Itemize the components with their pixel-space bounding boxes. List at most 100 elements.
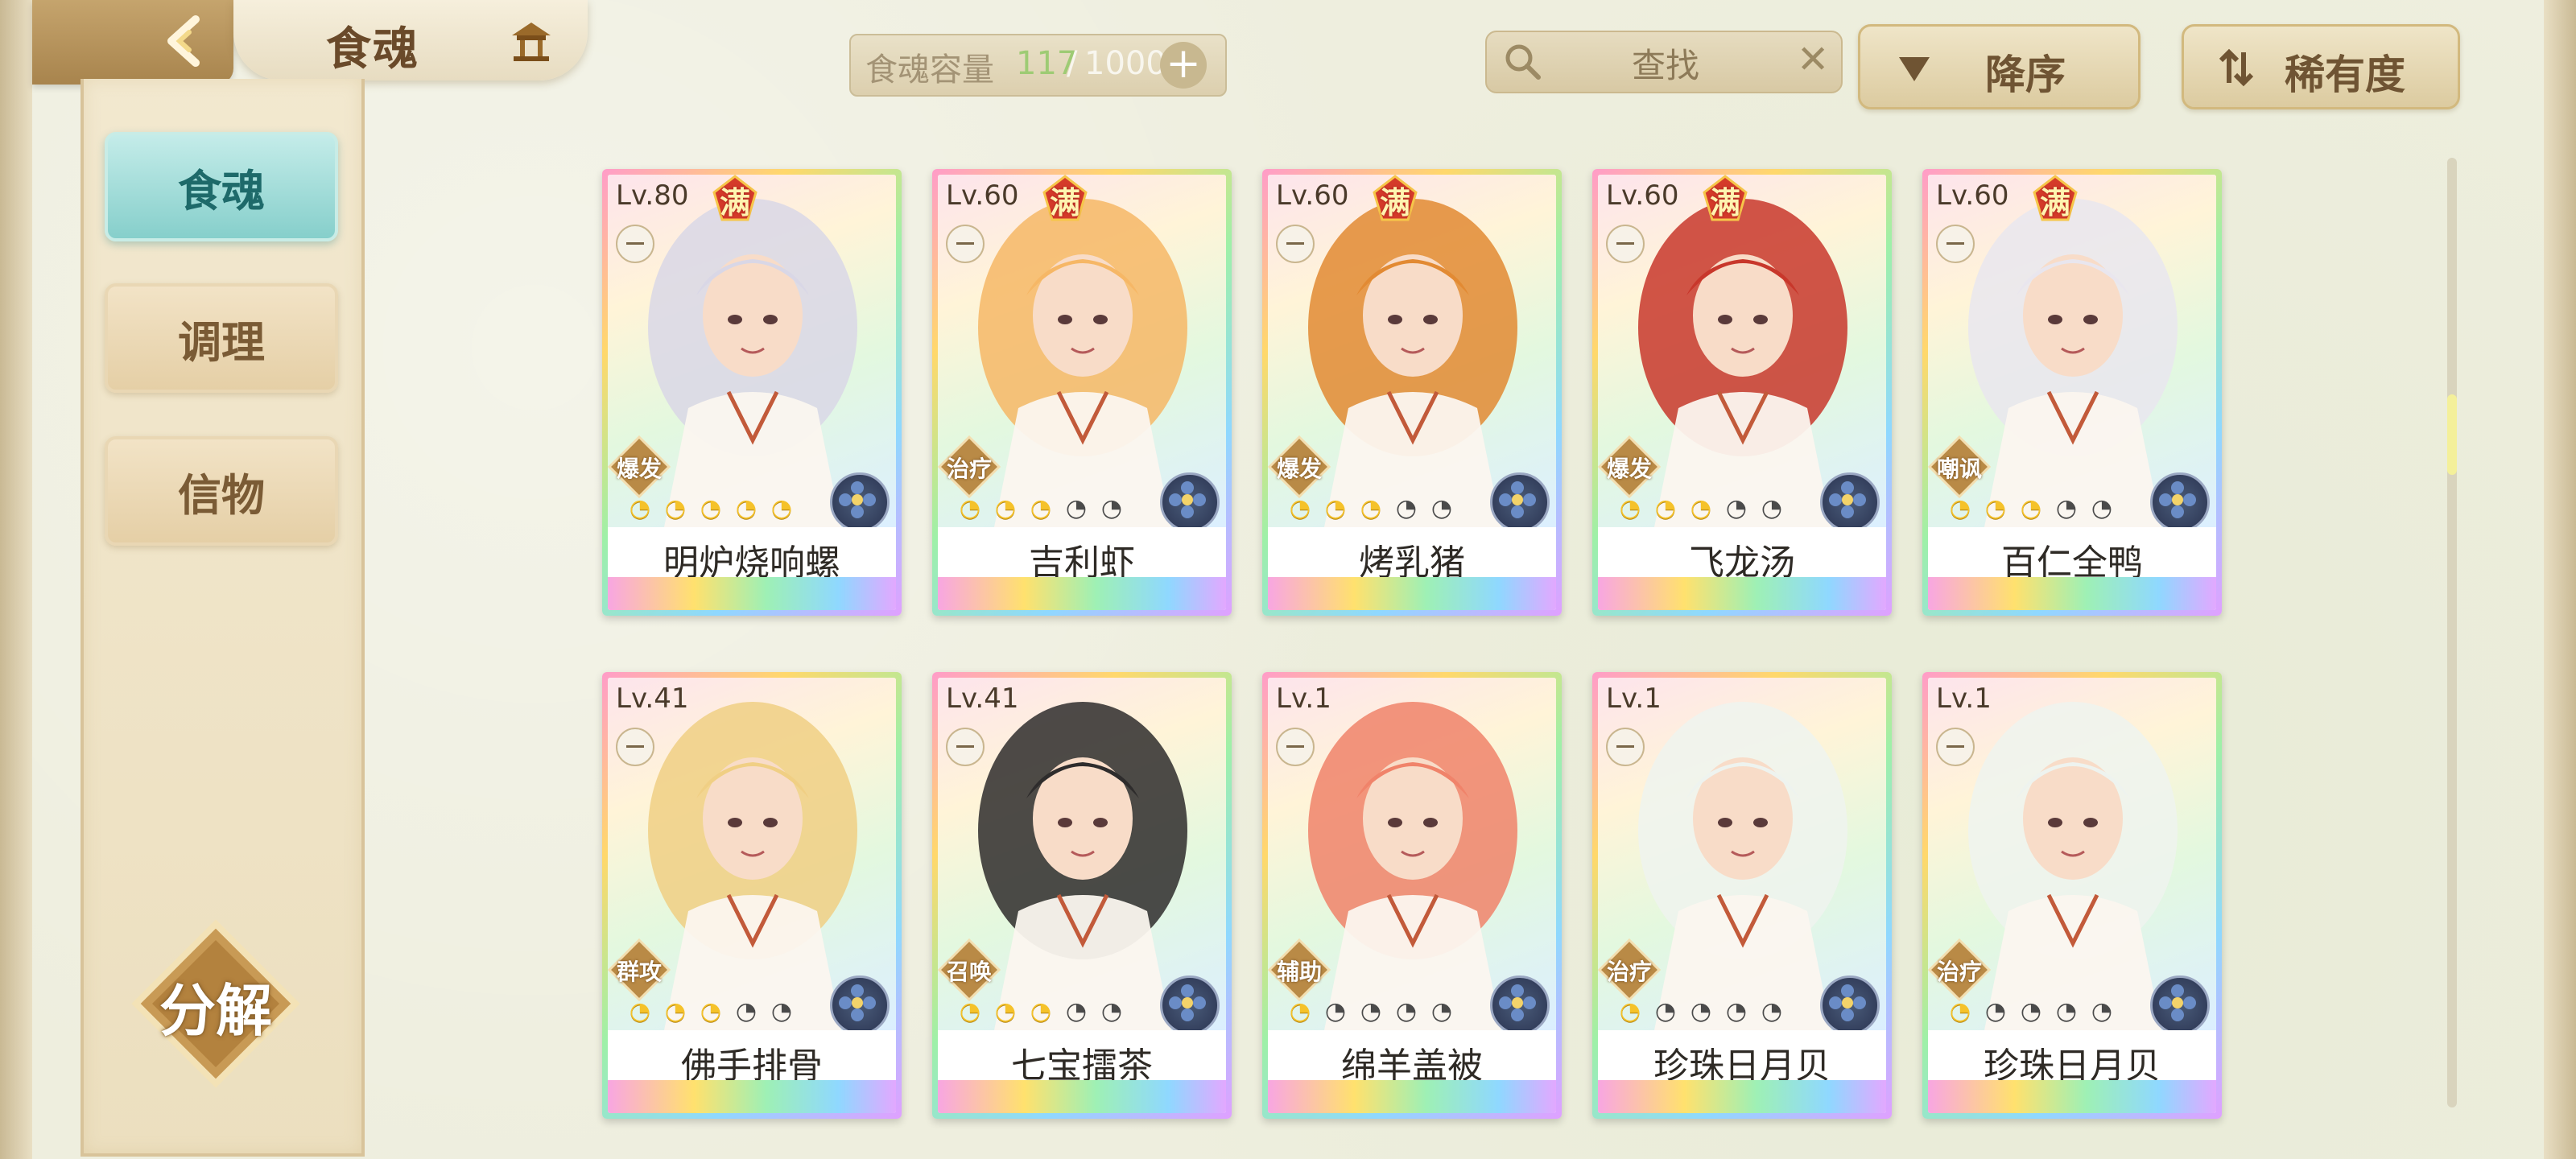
sort-arrows-icon <box>2219 48 2254 87</box>
role-badge: 群攻 <box>608 937 672 1003</box>
name-area: 吉利虾 <box>938 527 1226 584</box>
food-soul-card[interactable]: Lv.41 群攻 ◔ ◔ ◔ ◔ ◔ 佛手排骨 <box>602 672 902 1119</box>
star-icon: ◔ <box>1324 494 1347 522</box>
card-inner: Lv.1 治疗 ◔ ◔ ◔ ◔ ◔ 珍珠日月贝 <box>1598 678 1886 1113</box>
star-icon: ◔ <box>1761 997 1783 1025</box>
page-title: 食魂 <box>326 23 419 76</box>
food-soul-card[interactable]: Lv.60 满 嘲讽 ◔ ◔ ◔ ◔ ◔ 百仁全鸭 <box>1922 169 2222 616</box>
food-soul-card[interactable]: Lv.60 满 爆发 ◔ ◔ ◔ ◔ ◔ <box>1262 169 1562 616</box>
star-icon: ◔ <box>735 494 758 522</box>
back-tab[interactable] <box>32 0 233 85</box>
star-rating: ◔ ◔ ◔ ◔ ◔ <box>1284 996 1458 1028</box>
role-badge: 治疗 <box>938 434 1002 500</box>
star-icon: ◔ <box>770 997 793 1025</box>
rarity-band <box>608 577 896 610</box>
star-icon: ◔ <box>1395 997 1418 1025</box>
food-soul-card[interactable]: Lv.1 治疗 ◔ ◔ ◔ ◔ ◔ 珍珠日月贝 <box>1592 672 1892 1119</box>
rarity-band <box>1268 1080 1556 1113</box>
star-icon: ◔ <box>1289 997 1311 1025</box>
food-soul-card[interactable]: Lv.60 满 爆发 ◔ ◔ ◔ ◔ ◔ <box>1592 169 1892 616</box>
tab-food-souls[interactable]: 食魂 <box>105 132 338 241</box>
rarity-band <box>1928 1080 2216 1113</box>
scrollbar-track[interactable] <box>2447 158 2457 1107</box>
role-badge: 爆发 <box>1268 434 1332 500</box>
star-rating: ◔ ◔ ◔ ◔ ◔ <box>624 996 798 1028</box>
rank-one-icon <box>1936 728 1975 766</box>
star-icon: ◔ <box>1725 997 1748 1025</box>
rank-one-icon <box>946 728 985 766</box>
decompose-button[interactable]: 分解 <box>131 966 300 1047</box>
star-icon: ◔ <box>994 494 1017 522</box>
flower-element-icon <box>830 472 890 527</box>
star-icon: ◔ <box>2055 494 2078 522</box>
star-rating: ◔ ◔ ◔ ◔ ◔ <box>1944 493 2118 525</box>
capacity-slash: / <box>1067 45 1078 82</box>
star-icon: ◔ <box>1984 494 2007 522</box>
search-input[interactable]: 查找 ✕ <box>1485 31 1843 93</box>
search-clear-button[interactable]: ✕ <box>1797 37 1829 82</box>
role-badge: 治疗 <box>1598 937 1662 1003</box>
full-level-badge: 满 <box>711 175 759 223</box>
star-icon: ◔ <box>1654 997 1677 1025</box>
search-label: 查找 <box>1632 46 1700 85</box>
character-portrait: Lv.41 召唤 ◔ ◔ ◔ ◔ ◔ <box>938 678 1226 1030</box>
rarity-band <box>1268 577 1556 610</box>
back-arrow-icon[interactable] <box>157 14 215 68</box>
level-label: Lv.1 <box>1606 683 1662 715</box>
rank-one-icon <box>616 225 654 263</box>
character-portrait: Lv.60 满 治疗 ◔ ◔ ◔ ◔ ◔ <box>938 175 1226 527</box>
food-soul-card[interactable]: Lv.1 辅助 ◔ ◔ ◔ ◔ ◔ 绵羊盖被 <box>1262 672 1562 1119</box>
flower-element-icon <box>2150 472 2210 527</box>
star-rating: ◔ ◔ ◔ ◔ ◔ <box>954 493 1128 525</box>
star-icon: ◔ <box>1030 494 1052 522</box>
sort-key-button[interactable]: 稀有度 <box>2182 24 2460 109</box>
rank-one-icon <box>1606 728 1645 766</box>
tab-cultivate[interactable]: 调理 <box>105 283 338 393</box>
capacity-display: 食魂容量 117 / 1000 + <box>849 34 1227 97</box>
star-icon: ◔ <box>1289 494 1311 522</box>
star-icon: ◔ <box>2091 494 2113 522</box>
level-label: Lv.60 <box>1606 179 1679 212</box>
star-icon: ◔ <box>2020 997 2042 1025</box>
flower-element-icon <box>1490 975 1550 1030</box>
character-portrait: Lv.1 治疗 ◔ ◔ ◔ ◔ ◔ <box>1928 678 2216 1030</box>
flower-element-icon <box>2150 975 2210 1030</box>
star-icon: ◔ <box>664 494 687 522</box>
star-icon: ◔ <box>1100 997 1123 1025</box>
star-rating: ◔ ◔ ◔ ◔ ◔ <box>1944 996 2118 1028</box>
right-frame <box>2544 0 2576 1159</box>
full-level-text: 满 <box>1379 184 1410 221</box>
role-badge: 辅助 <box>1268 937 1332 1003</box>
food-soul-card[interactable]: Lv.80 满 爆发 ◔ ◔ ◔ ◔ ◔ 明炉烧响螺 <box>602 169 902 616</box>
character-portrait: Lv.60 满 嘲讽 ◔ ◔ ◔ ◔ ◔ <box>1928 175 2216 527</box>
star-icon: ◔ <box>1725 494 1748 522</box>
star-icon: ◔ <box>1654 494 1677 522</box>
capacity-add-button[interactable]: + <box>1160 42 1207 89</box>
role-label: 嘲讽 <box>1936 456 1982 482</box>
tab-tokens[interactable]: 信物 <box>105 436 338 546</box>
star-icon: ◔ <box>959 494 981 522</box>
star-icon: ◔ <box>700 494 722 522</box>
left-frame <box>0 0 32 1159</box>
sort-order-button[interactable]: 降序 <box>1858 24 2140 109</box>
role-label: 辅助 <box>1276 959 1322 985</box>
food-soul-card[interactable]: Lv.41 召唤 ◔ ◔ ◔ ◔ ◔ 七宝擂茶 <box>932 672 1232 1119</box>
character-portrait: Lv.1 治疗 ◔ ◔ ◔ ◔ ◔ <box>1598 678 1886 1030</box>
character-portrait: Lv.60 满 爆发 ◔ ◔ ◔ ◔ ◔ <box>1598 175 1886 527</box>
star-icon: ◔ <box>2020 494 2042 522</box>
star-icon: ◔ <box>1761 494 1783 522</box>
role-label: 召唤 <box>946 959 992 985</box>
star-icon: ◔ <box>1100 494 1123 522</box>
food-soul-card[interactable]: Lv.60 满 治疗 ◔ ◔ ◔ ◔ ◔ 吉利虾 <box>932 169 1232 616</box>
card-inner: Lv.80 满 爆发 ◔ ◔ ◔ ◔ ◔ 明炉烧响螺 <box>608 175 896 610</box>
full-level-badge: 满 <box>1371 175 1419 223</box>
rarity-band <box>938 1080 1226 1113</box>
title-tab: 食魂 <box>233 0 588 80</box>
star-icon: ◔ <box>664 997 687 1025</box>
food-soul-card[interactable]: Lv.1 治疗 ◔ ◔ ◔ ◔ ◔ 珍珠日月贝 <box>1922 672 2222 1119</box>
pavilion-icon[interactable] <box>507 16 555 64</box>
star-icon: ◔ <box>1360 997 1382 1025</box>
star-icon: ◔ <box>629 997 651 1025</box>
scrollbar-thumb[interactable] <box>2447 394 2457 475</box>
star-rating: ◔ ◔ ◔ ◔ ◔ <box>1284 493 1458 525</box>
